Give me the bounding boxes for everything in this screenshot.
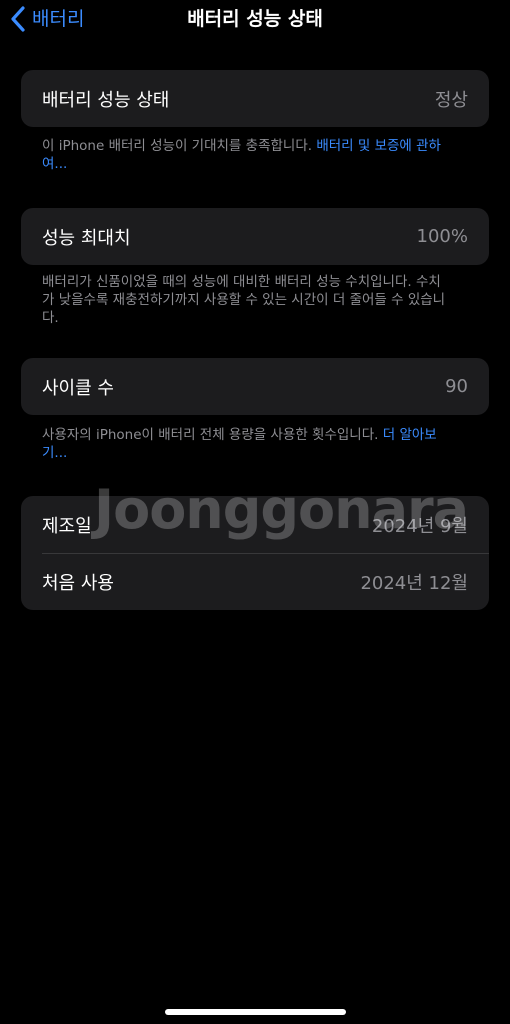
battery-health-value: 정상 [434, 89, 468, 111]
max-capacity-footnote-text: 배터리가 신품이었을 때의 성능에 대비한 배터리 성능 수치입니다. 수치가 … [42, 274, 446, 326]
cycle-count-value: 90 [445, 376, 468, 397]
cycle-count-card: 사이클 수 90 [21, 358, 489, 415]
max-capacity-footnote: 배터리가 신품이었을 때의 성능에 대비한 배터리 성능 수치입니다. 수치가 … [42, 273, 452, 327]
max-capacity-value: 100% [416, 226, 468, 247]
home-indicator[interactable] [165, 1009, 346, 1015]
manufacture-date-label: 제조일 [42, 515, 92, 537]
cycle-count-footnote: 사용자의 iPhone이 배터리 전체 용량을 사용한 횟수입니다. 더 알아보… [42, 426, 452, 462]
cycle-count-footnote-text: 사용자의 iPhone이 배터리 전체 용량을 사용한 횟수입니다. [42, 427, 383, 443]
dates-card: 제조일 2024년 9월 처음 사용 2024년 12월 [21, 496, 489, 610]
manufacture-date-row: 제조일 2024년 9월 [21, 496, 489, 553]
battery-health-row: 배터리 성능 상태 정상 [21, 70, 489, 127]
max-capacity-row: 성능 최대치 100% [21, 208, 489, 265]
max-capacity-label: 성능 최대치 [42, 227, 131, 249]
battery-health-footnote: 이 iPhone 배터리 성능이 기대치를 충족합니다. 배터리 및 보증에 관… [42, 137, 452, 173]
cycle-count-label: 사이클 수 [42, 377, 114, 399]
first-use-label: 처음 사용 [42, 572, 114, 594]
cycle-count-row: 사이클 수 90 [21, 358, 489, 415]
manufacture-date-value: 2024년 9월 [371, 515, 468, 537]
battery-health-footnote-text: 이 iPhone 배터리 성능이 기대치를 충족합니다. [42, 138, 317, 154]
navigation-bar: 배터리 배터리 성능 상태 [0, 0, 510, 38]
first-use-row: 처음 사용 2024년 12월 [21, 553, 489, 610]
max-capacity-card: 성능 최대치 100% [21, 208, 489, 265]
page-title: 배터리 성능 상태 [187, 8, 323, 30]
first-use-value: 2024년 12월 [360, 572, 468, 594]
battery-health-card: 배터리 성능 상태 정상 [21, 70, 489, 127]
battery-health-label: 배터리 성능 상태 [42, 89, 170, 111]
